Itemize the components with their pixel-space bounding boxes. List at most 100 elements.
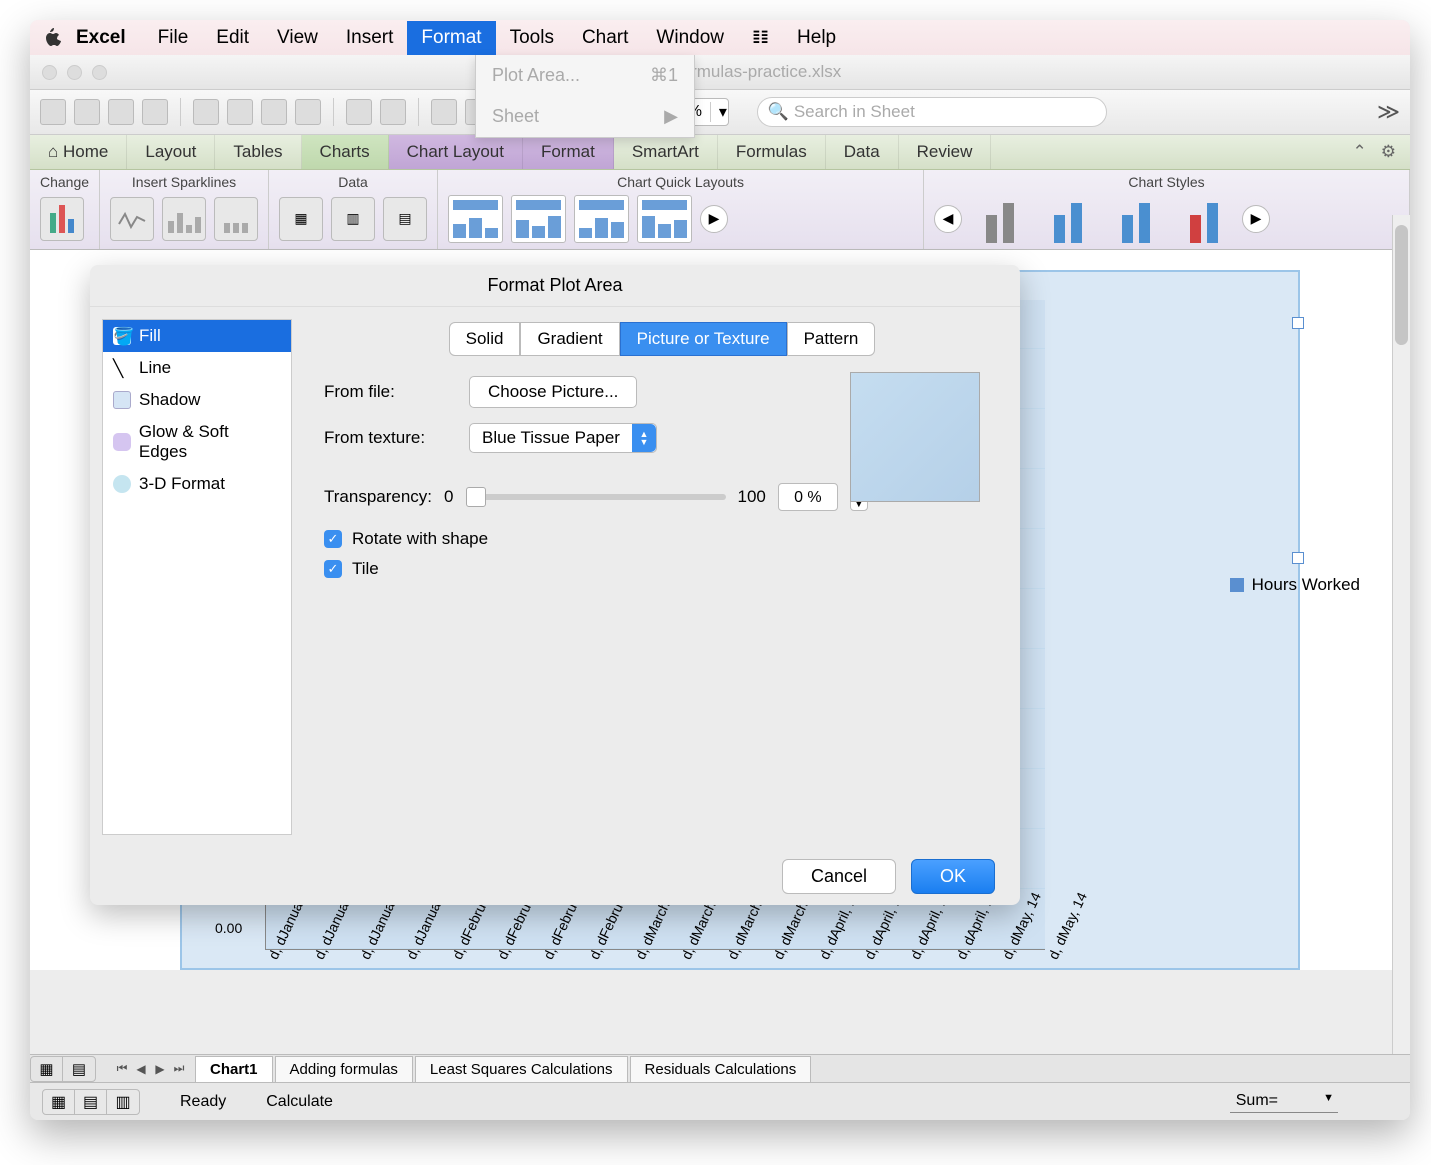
gear-icon[interactable]: ⚙ bbox=[1381, 142, 1396, 162]
menu-insert[interactable]: Insert bbox=[332, 21, 408, 55]
dropdown-plot-area[interactable]: Plot Area... ⌘1 bbox=[476, 55, 694, 96]
collapse-ribbon-icon[interactable]: ⌃ bbox=[1353, 142, 1367, 162]
quick-layout-3[interactable] bbox=[574, 195, 629, 243]
rotate-checkbox-row[interactable]: ✓ Rotate with shape bbox=[324, 529, 1000, 549]
menu-view[interactable]: View bbox=[263, 21, 332, 55]
chart-legend[interactable]: Hours Worked bbox=[1230, 575, 1360, 595]
copy-icon[interactable] bbox=[227, 99, 253, 125]
scrollbar-thumb[interactable] bbox=[1395, 225, 1408, 345]
ribbon-tab-formulas[interactable]: Formulas bbox=[718, 135, 826, 169]
menu-tools[interactable]: Tools bbox=[496, 21, 568, 55]
chart-style-3[interactable] bbox=[1106, 195, 1166, 243]
view-switcher: ▦ ▤ bbox=[30, 1056, 96, 1082]
sidebar-item-line[interactable]: ╲Line bbox=[103, 352, 291, 384]
sidebar-item-fill[interactable]: 🪣Fill bbox=[103, 320, 291, 352]
select-data-icon[interactable]: ▦ bbox=[279, 197, 323, 241]
open-icon[interactable] bbox=[74, 99, 100, 125]
menu-file[interactable]: File bbox=[144, 21, 203, 55]
close-window-button[interactable] bbox=[42, 65, 57, 80]
page-layout-view-icon[interactable]: ▤ bbox=[63, 1057, 95, 1081]
ribbon-tab-format[interactable]: Format bbox=[523, 135, 614, 169]
chart-style-4[interactable] bbox=[1174, 195, 1234, 243]
chart-style-2[interactable] bbox=[1038, 195, 1098, 243]
sidebar-item-glow[interactable]: Glow & Soft Edges bbox=[103, 416, 291, 468]
ribbon-tab-charts[interactable]: Charts bbox=[302, 135, 389, 169]
transparency-label: Transparency: bbox=[324, 487, 432, 507]
menu-edit[interactable]: Edit bbox=[202, 21, 263, 55]
sidebar-item-shadow[interactable]: Shadow bbox=[103, 384, 291, 416]
view-page-icon[interactable]: ▤ bbox=[75, 1090, 107, 1114]
seg-solid[interactable]: Solid bbox=[449, 322, 521, 356]
redo-icon[interactable] bbox=[380, 99, 406, 125]
quick-layout-next-icon[interactable]: ▶ bbox=[700, 205, 728, 233]
chart-style-prev-icon[interactable]: ◀ bbox=[934, 205, 962, 233]
texture-select[interactable]: Blue Tissue Paper ▲▼ bbox=[469, 423, 657, 453]
chart-style-1[interactable] bbox=[970, 195, 1030, 243]
x-label: d, dMarch, 14 bbox=[678, 955, 693, 962]
change-chart-type-icon[interactable] bbox=[40, 197, 84, 241]
resize-handle[interactable] bbox=[1292, 552, 1304, 564]
print-icon[interactable] bbox=[142, 99, 168, 125]
quick-layout-4[interactable] bbox=[637, 195, 692, 243]
dropdown-sheet[interactable]: Sheet ▶ bbox=[476, 96, 694, 137]
ribbon-tab-home[interactable]: Home bbox=[30, 135, 127, 169]
status-sum[interactable]: Sum= bbox=[1230, 1090, 1338, 1113]
ribbon-tab-tables[interactable]: Tables bbox=[215, 135, 301, 169]
tile-checkbox-row[interactable]: ✓ Tile bbox=[324, 559, 1000, 579]
format-painter-icon[interactable] bbox=[295, 99, 321, 125]
sheet-tab-chart1[interactable]: Chart1 bbox=[195, 1056, 273, 1082]
paste-icon[interactable] bbox=[261, 99, 287, 125]
ribbon-tab-smartart[interactable]: SmartArt bbox=[614, 135, 718, 169]
sparkline-winloss-icon[interactable] bbox=[214, 197, 258, 241]
seg-pattern[interactable]: Pattern bbox=[787, 322, 876, 356]
last-sheet-icon[interactable]: ⏭ bbox=[171, 1061, 187, 1077]
sheet-tab-adding-formulas[interactable]: Adding formulas bbox=[275, 1056, 413, 1082]
menu-help[interactable]: Help bbox=[783, 21, 850, 55]
ribbon-tab-layout[interactable]: Layout bbox=[127, 135, 215, 169]
search-input[interactable]: 🔍 Search in Sheet bbox=[757, 97, 1107, 127]
transparency-slider[interactable] bbox=[466, 494, 726, 500]
choose-picture-button[interactable]: Choose Picture... bbox=[469, 376, 637, 408]
ribbon-tab-data[interactable]: Data bbox=[826, 135, 899, 169]
ribbon-tab-chart-layout[interactable]: Chart Layout bbox=[389, 135, 523, 169]
cancel-button[interactable]: Cancel bbox=[782, 859, 896, 894]
resize-handle[interactable] bbox=[1292, 317, 1304, 329]
overflow-icon[interactable]: ≫ bbox=[1377, 99, 1400, 125]
menu-chart[interactable]: Chart bbox=[568, 21, 642, 55]
ribbon-group-sparklines: Insert Sparklines bbox=[100, 170, 269, 249]
new-icon[interactable] bbox=[40, 99, 66, 125]
ok-button[interactable]: OK bbox=[911, 859, 995, 894]
sheet-tab-residuals[interactable]: Residuals Calculations bbox=[630, 1056, 812, 1082]
cut-icon[interactable] bbox=[193, 99, 219, 125]
menu-script-icon[interactable]: 𝌮 bbox=[738, 20, 783, 55]
undo-icon[interactable] bbox=[346, 99, 372, 125]
menu-format[interactable]: Format bbox=[407, 21, 495, 55]
autosum-icon[interactable] bbox=[431, 99, 457, 125]
transparency-field[interactable]: 0 % bbox=[778, 483, 838, 511]
seg-picture-texture[interactable]: Picture or Texture bbox=[620, 322, 787, 356]
dropdown-arrow-icon: ▶ bbox=[664, 106, 678, 127]
view-break-icon[interactable]: ▥ bbox=[107, 1090, 139, 1114]
ribbon-tab-review[interactable]: Review bbox=[899, 135, 992, 169]
sheet-tab-least-squares[interactable]: Least Squares Calculations bbox=[415, 1056, 628, 1082]
vertical-scrollbar[interactable] bbox=[1392, 215, 1410, 1054]
quick-layout-1[interactable] bbox=[448, 195, 503, 243]
next-sheet-icon[interactable]: ▶ bbox=[152, 1061, 168, 1077]
zoom-window-button[interactable] bbox=[92, 65, 107, 80]
slider-thumb[interactable] bbox=[466, 487, 486, 507]
chart-style-next-icon[interactable]: ▶ bbox=[1242, 205, 1270, 233]
first-sheet-icon[interactable]: ⏮ bbox=[114, 1061, 130, 1077]
view-normal-icon[interactable]: ▦ bbox=[43, 1090, 75, 1114]
quick-layout-2[interactable] bbox=[511, 195, 566, 243]
menu-window[interactable]: Window bbox=[642, 21, 738, 55]
sparkline-line-icon[interactable] bbox=[110, 197, 154, 241]
save-icon[interactable] bbox=[108, 99, 134, 125]
sidebar-item-3d[interactable]: 3-D Format bbox=[103, 468, 291, 500]
data-table-icon[interactable]: ▤ bbox=[383, 197, 427, 241]
prev-sheet-icon[interactable]: ◀ bbox=[133, 1061, 149, 1077]
switch-row-col-icon[interactable]: ▥ bbox=[331, 197, 375, 241]
sparkline-column-icon[interactable] bbox=[162, 197, 206, 241]
normal-view-icon[interactable]: ▦ bbox=[31, 1057, 63, 1081]
seg-gradient[interactable]: Gradient bbox=[520, 322, 619, 356]
minimize-window-button[interactable] bbox=[67, 65, 82, 80]
